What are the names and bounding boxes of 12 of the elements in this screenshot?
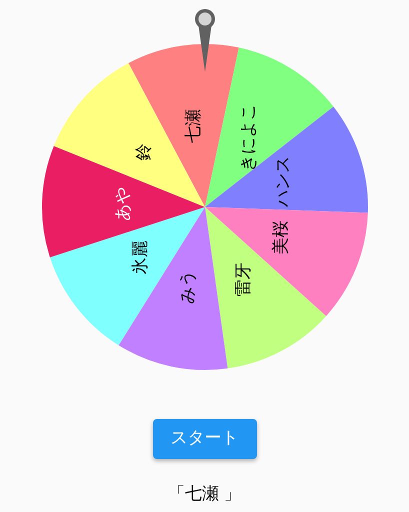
- start-button[interactable]: スタート: [152, 419, 256, 459]
- segment-label: 七瀬: [184, 108, 204, 143]
- segment-label: 氷麗: [130, 240, 150, 274]
- segment-label: 雷牙: [234, 262, 254, 296]
- segment-label: あや: [113, 187, 134, 222]
- segment-label: 鈴: [134, 144, 154, 161]
- pointer-icon: [195, 9, 215, 72]
- result-text: 「七瀬 」: [168, 483, 242, 505]
- segment-label: きによこ: [238, 103, 258, 172]
- segment-label: みう: [178, 270, 198, 304]
- segment-label: 美桜: [271, 220, 292, 255]
- segment-label: ハンス: [272, 156, 293, 208]
